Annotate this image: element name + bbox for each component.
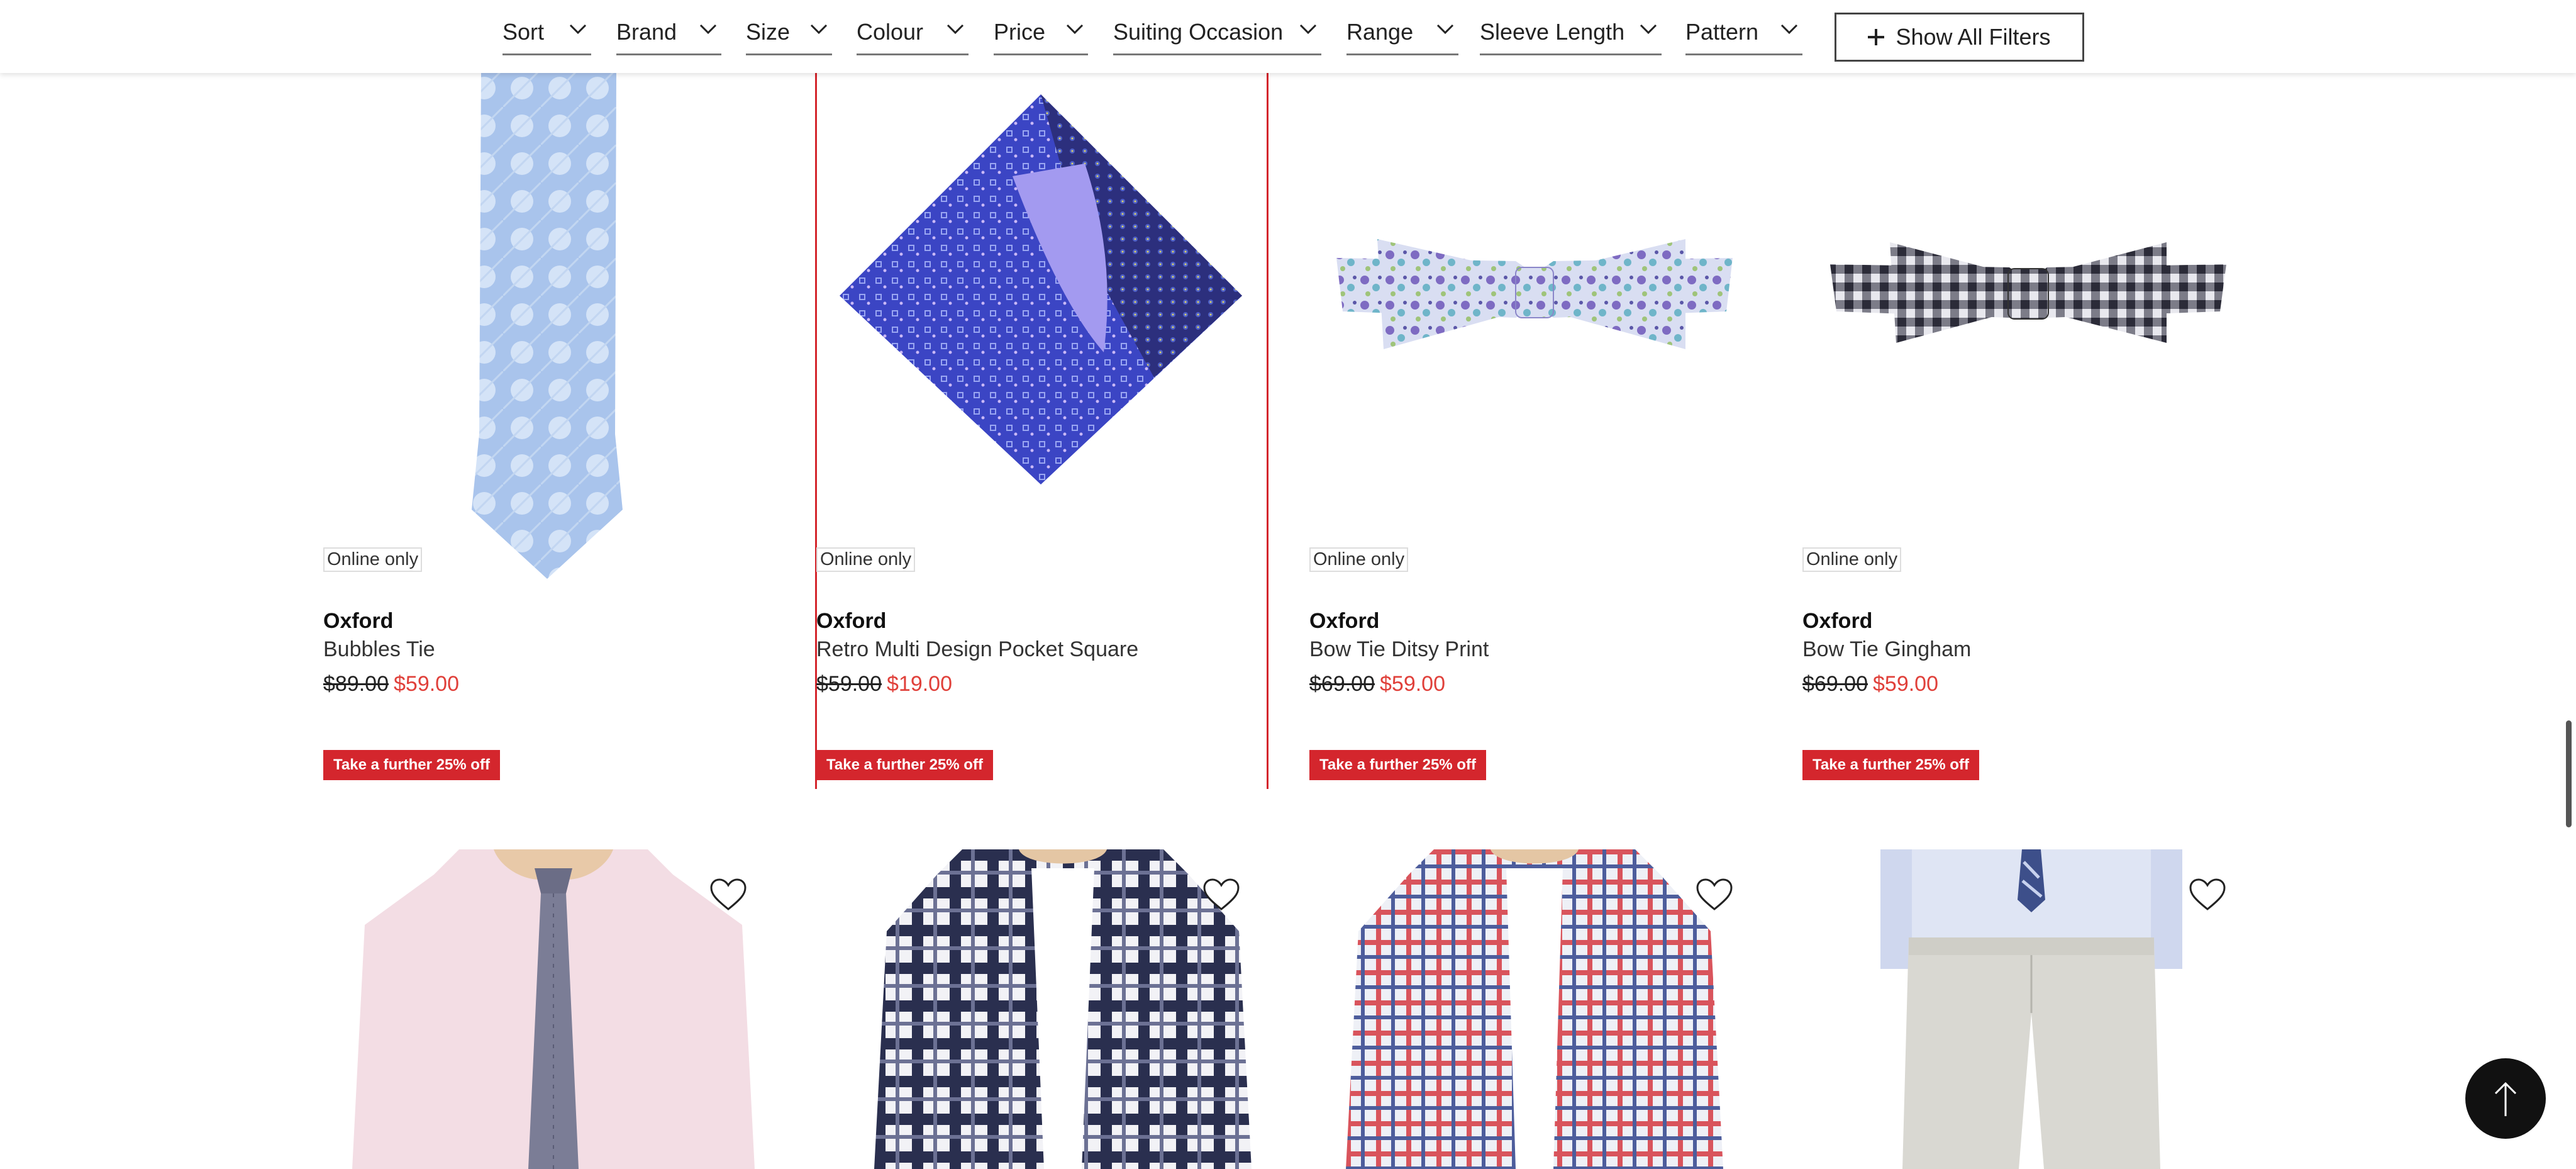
sale-price: $59.00	[1873, 672, 1938, 696]
heart-icon[interactable]	[1696, 878, 1733, 913]
chevron-down-icon	[569, 24, 587, 35]
product-brand: Oxford	[1309, 609, 1380, 633]
filter-sort[interactable]: Sort	[502, 14, 591, 55]
original-price: $69.00	[1309, 672, 1375, 696]
chevron-down-icon	[947, 24, 964, 35]
product-name[interactable]: Bubbles Tie	[323, 637, 435, 662]
show-all-filters-button[interactable]: Show All Filters	[1835, 13, 2084, 62]
product-price: $89.00 $59.00	[323, 672, 459, 696]
arrow-up-icon	[2494, 1082, 2517, 1116]
filter-sleeve-length[interactable]: Sleeve Length	[1480, 14, 1662, 55]
product-card[interactable]: Online only Oxford Bow Tie Ditsy Print $…	[1309, 541, 1787, 793]
online-only-badge: Online only	[816, 547, 916, 572]
chevron-down-icon	[810, 24, 828, 35]
original-price: $59.00	[816, 672, 882, 696]
filter-colour[interactable]: Colour	[857, 14, 969, 55]
product-price: $69.00 $59.00	[1309, 672, 1445, 696]
product-image-bow-tie-ditsy[interactable]	[1333, 223, 1736, 355]
product-card[interactable]: Online only Oxford Retro Multi Design Po…	[816, 541, 1267, 793]
promo-badge: Take a further 25% off	[323, 750, 500, 780]
chevron-down-icon	[1299, 24, 1317, 35]
filter-brand[interactable]: Brand	[616, 14, 721, 55]
filter-label: Size	[746, 19, 791, 45]
scrollbar-thumb[interactable]	[2566, 720, 2572, 827]
product-price: $69.00 $59.00	[1802, 672, 1938, 696]
product-image-red-check-shirt[interactable]	[1346, 849, 1723, 1169]
filter-label: Price	[994, 19, 1046, 45]
sale-price: $19.00	[887, 672, 952, 696]
promo-badge: Take a further 25% off	[816, 750, 993, 780]
sale-price: $59.00	[394, 672, 459, 696]
product-image-bow-tie-gingham[interactable]	[1827, 230, 2229, 355]
filter-label: Sleeve Length	[1480, 19, 1625, 45]
product-card[interactable]: Online only Oxford Bow Tie Gingham $69.0…	[1802, 541, 2280, 793]
product-name[interactable]: Bow Tie Ditsy Print	[1309, 637, 1489, 662]
filter-label: Suiting Occasion	[1113, 19, 1284, 45]
product-brand: Oxford	[1802, 609, 1873, 633]
product-card[interactable]: Online only Oxford Bubbles Tie $89.00 $59…	[323, 541, 801, 793]
online-only-badge: Online only	[1802, 547, 1902, 572]
heart-icon[interactable]	[1202, 878, 1240, 913]
product-name[interactable]: Retro Multi Design Pocket Square	[816, 637, 1138, 662]
plus-icon	[1868, 29, 1885, 45]
filter-range[interactable]: Range	[1346, 14, 1458, 55]
filter-size[interactable]: Size	[746, 14, 832, 55]
chevron-down-icon	[1640, 24, 1657, 35]
filter-pattern[interactable]: Pattern	[1685, 14, 1802, 55]
filter-suiting-occasion[interactable]: Suiting Occasion	[1113, 14, 1321, 55]
chevron-down-icon	[1436, 24, 1454, 35]
filter-label: Pattern	[1685, 19, 1759, 45]
product-image-navy-check-shirt[interactable]	[874, 849, 1252, 1169]
back-to-top-button[interactable]	[2465, 1058, 2546, 1139]
product-image-pocket-square[interactable]	[840, 94, 1242, 484]
product-image-pink-shirt[interactable]	[352, 849, 755, 1169]
product-brand: Oxford	[323, 609, 394, 633]
filter-label: Colour	[857, 19, 924, 45]
original-price: $89.00	[323, 672, 389, 696]
card-hover-outline-right	[1267, 73, 1269, 789]
filter-price[interactable]: Price	[994, 14, 1088, 55]
show-all-filters-label: Show All Filters	[1896, 24, 2051, 50]
promo-badge: Take a further 25% off	[1802, 750, 1979, 780]
online-only-badge: Online only	[1309, 547, 1409, 572]
sale-price: $59.00	[1380, 672, 1445, 696]
heart-icon[interactable]	[2189, 878, 2226, 913]
product-price: $59.00 $19.00	[816, 672, 952, 696]
filter-label: Range	[1346, 19, 1414, 45]
chevron-down-icon	[1780, 24, 1798, 35]
product-brand: Oxford	[816, 609, 887, 633]
heart-icon[interactable]	[709, 878, 747, 913]
original-price: $69.00	[1802, 672, 1868, 696]
promo-badge: Take a further 25% off	[1309, 750, 1486, 780]
chevron-down-icon	[1066, 24, 1084, 35]
filter-label: Sort	[502, 19, 545, 45]
filter-label: Brand	[616, 19, 677, 45]
filter-bar: Sort Brand Size Colour Price Suiting Occ…	[0, 0, 2576, 73]
online-only-badge: Online only	[323, 547, 423, 572]
product-image-stone-trousers[interactable]	[1880, 849, 2182, 1169]
chevron-down-icon	[699, 24, 717, 35]
product-name[interactable]: Bow Tie Gingham	[1802, 637, 1971, 662]
product-image-bubbles-tie[interactable]	[465, 69, 629, 582]
